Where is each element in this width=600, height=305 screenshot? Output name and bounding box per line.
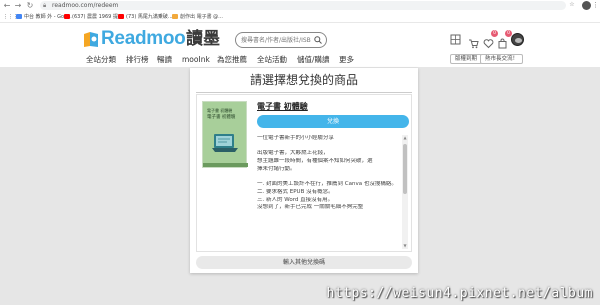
description-line: 擇未付諸行動。 — [257, 165, 296, 172]
browser-menu-icon[interactable]: ⋮ — [592, 0, 599, 11]
search-icon[interactable] — [314, 36, 322, 44]
cover-tag: 電子書 初體驗 — [207, 108, 233, 113]
forward-arrow-icon[interactable]: → — [13, 0, 23, 11]
description-line: 一位電子書新手的小小經驗分享 — [257, 135, 335, 141]
youtube-icon — [118, 13, 124, 19]
divider — [196, 92, 412, 93]
cover-footer — [203, 163, 248, 167]
logo-chinese[interactable]: 讀墨 — [186, 29, 220, 49]
nav-rankings[interactable]: 排行榜 — [126, 54, 149, 65]
description-spacer — [257, 143, 401, 151]
license-expiry-button[interactable]: 版權到期 — [450, 54, 483, 64]
youtube-icon — [64, 13, 70, 19]
nav-events[interactable]: 全站活動 — [257, 54, 287, 65]
search-input[interactable] — [241, 35, 311, 45]
site-header: Readmoo 讀墨 0 0 全站分類 排行榜 暢讀 mooInk 為 — [0, 23, 600, 68]
scroll-thumb[interactable] — [403, 144, 407, 194]
ebook-reader-illustration-icon — [212, 134, 238, 152]
product-item: 電子書 初體驗 電子書 初體驗 電子書 初體驗 兌換 一位電子書新手的小小經驗分… — [196, 94, 412, 252]
enter-other-code-button[interactable]: 輸入其他兌換碼 — [196, 256, 412, 269]
bookmark-4[interactable]: 創作出 電子書 @... — [172, 11, 223, 23]
user-avatar[interactable] — [511, 33, 524, 46]
bookmarks-bar: ⋮⋮⋮ 中台 教師 外 - Goo... (637) 農農 1969 提... … — [0, 11, 600, 23]
bookmark-3[interactable]: (73) 馬尾九滿乗破... — [118, 11, 173, 23]
nav-recommended[interactable]: 為您推薦 — [217, 54, 247, 65]
logo-text[interactable]: Readmoo — [101, 29, 186, 49]
cover-subtitle: 電子書 初體驗 — [207, 115, 236, 120]
back-arrow-icon[interactable]: ← — [2, 0, 12, 11]
description-scrollbar[interactable]: ▲ ▼ — [402, 135, 408, 249]
description-line: 二. 要求格式 EPUB 沒有概念。 — [257, 188, 334, 195]
lock-icon: 🔒︎ — [43, 2, 47, 9]
grid-icon[interactable] — [450, 34, 461, 45]
community-button[interactable]: 熱市長交流！ — [480, 54, 524, 64]
shopping-bag-icon — [498, 38, 507, 49]
reload-icon[interactable]: ↻ — [25, 0, 35, 11]
redeem-button[interactable]: 兌換 — [257, 115, 409, 128]
description-line: 一. 封面的美工設計不在行，推薦到 Canva 也沒搜構絡。 — [257, 181, 397, 188]
bookmark-2[interactable]: (637) 農農 1969 提... — [64, 11, 123, 23]
nav-topup[interactable]: 儲值/購讀 — [297, 54, 330, 65]
search-box[interactable] — [235, 32, 327, 48]
description-line: 三. 新人的 Word 直接沒有用。 — [257, 196, 334, 203]
redeem-card: 請選擇想兌換的商品 電子書 初體驗 電子書 初體驗 電子書 初體驗 兌換 一位電… — [190, 68, 418, 273]
favorites-button[interactable]: 0 — [483, 30, 498, 49]
cart-button[interactable] — [468, 34, 479, 49]
cart-icon — [469, 39, 479, 49]
blog-icon — [172, 13, 178, 19]
description-line: 出版電子書，大夥燃上花錢， — [257, 150, 329, 157]
nav-mooink[interactable]: mooInk — [182, 54, 210, 65]
address-bar[interactable]: 🔒︎ readmoo.com/redeem — [40, 1, 566, 10]
browser-profile-avatar[interactable] — [582, 1, 591, 10]
readmoo-logo-icon[interactable] — [82, 31, 100, 48]
bag-button[interactable]: 0 — [497, 30, 512, 49]
browser-toolbar: ← → ↻ 🔒︎ readmoo.com/redeem ☆ ⋮ — [0, 0, 600, 11]
description-spacer — [257, 174, 401, 182]
nav-categories[interactable]: 全站分類 — [86, 54, 116, 65]
book-cover[interactable]: 電子書 初體驗 電子書 初體驗 — [202, 101, 248, 168]
extension-icon[interactable]: ☆ — [568, 1, 576, 9]
google-icon — [16, 13, 22, 19]
product-description: 一位電子書新手的小小經驗分享 出版電子書，大夥燃上花錢， 想主題難一段時間，有種… — [257, 135, 401, 249]
nav-more[interactable]: 更多 — [339, 54, 354, 65]
description-line: 沒想到了，新手已完成 一關關毛細不夠完整 — [257, 204, 364, 211]
product-name[interactable]: 電子書 初體驗 — [257, 101, 308, 112]
card-title: 請選擇想兌換的商品 — [249, 73, 358, 87]
watermark: https://weisun4.pixnet.net/album — [326, 286, 593, 301]
scroll-up-arrow-icon[interactable]: ▲ — [402, 135, 408, 141]
scroll-down-arrow-icon[interactable]: ▼ — [402, 243, 408, 249]
address-url: readmoo.com/redeem — [52, 2, 119, 9]
nav-unlimited[interactable]: 暢讀 — [157, 54, 172, 65]
description-line: 想主題難一段時間，有種個案不知如何突破，選 — [257, 158, 373, 165]
heart-icon — [483, 39, 494, 49]
